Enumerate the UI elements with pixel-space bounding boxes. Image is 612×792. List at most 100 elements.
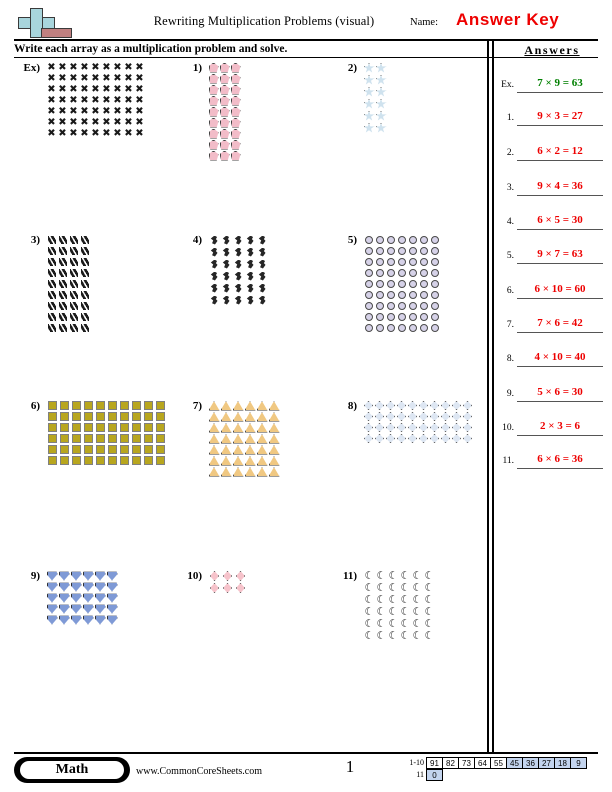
array-item-circle-icon [396, 322, 407, 333]
gem-icon [94, 593, 106, 603]
x-mark-icon: ✖ [135, 72, 144, 84]
square-icon [47, 434, 57, 443]
triangle-icon [268, 445, 280, 455]
array-item-diamond-blue-icon [385, 411, 396, 422]
footer-divider [14, 752, 598, 754]
flower-icon [219, 84, 230, 95]
circle-icon [375, 268, 384, 277]
array-item-gem-icon [106, 603, 118, 614]
array-item-circle-icon [385, 289, 396, 300]
circle-icon [408, 279, 417, 288]
array-item-gem-icon [94, 614, 106, 625]
circle-icon [375, 290, 384, 299]
diamond-blue-icon [441, 401, 450, 410]
array-item-slash-icon [46, 289, 57, 300]
array-item-triangle-icon [220, 455, 232, 466]
array-item-circle-icon [374, 289, 385, 300]
array-item-flower-icon [208, 117, 219, 128]
array-item-square-icon [130, 444, 142, 455]
blob-icon [258, 271, 266, 281]
gem-icon [70, 593, 82, 603]
array-item-moon-icon: ☾ [363, 630, 375, 642]
array-item-triangle-icon [232, 466, 244, 477]
array-row [208, 117, 241, 128]
array-item-triangle-icon [244, 422, 256, 433]
triangle-icon [232, 445, 244, 455]
array-item-circle-icon [363, 289, 374, 300]
array-item-gem-icon [106, 592, 118, 603]
array-row [363, 422, 473, 433]
answer-writing-line [517, 92, 603, 93]
array-item-slash-icon [46, 322, 57, 333]
score-row: 1-10 91 82 73 64 55 45 36 27 18 9 [400, 757, 587, 769]
array-item-square-icon [82, 422, 94, 433]
gem-icon [46, 593, 58, 603]
array-item-circle-icon [385, 311, 396, 322]
diamond-blue-icon [430, 401, 439, 410]
array-item-blob-icon [256, 246, 268, 258]
answers-divider-left [487, 39, 489, 753]
square-icon [119, 456, 129, 465]
gem-icon [82, 615, 94, 625]
answer-key-stamp: Answer Key [456, 10, 560, 29]
circle-icon [419, 279, 428, 288]
circle-icon [375, 312, 384, 321]
array-row [46, 455, 166, 466]
diamond-blue-icon [397, 434, 406, 443]
array-item-triangle-icon [220, 422, 232, 433]
gem-icon [58, 582, 70, 592]
array-item-triangle-icon [268, 466, 280, 477]
array-item-blob-icon [232, 282, 244, 294]
square-icon [83, 456, 93, 465]
array-item-flower-icon [208, 84, 219, 95]
array-row: ✖ ✖ ✖ ✖ ✖ ✖ ✖ ✖ ✖ [46, 62, 145, 73]
x-mark-icon: ✖ [91, 94, 100, 106]
array-item-square-icon [58, 444, 70, 455]
array-item-triangle-icon [232, 411, 244, 422]
array-item-triangle-icon [256, 411, 268, 422]
array-item-gem-icon [58, 603, 70, 614]
array-item-x-mark-icon: ✖ [134, 106, 145, 117]
score-cell: 0 [426, 769, 443, 781]
answer-writing-line [517, 468, 603, 469]
array-item-x-mark-icon: ✖ [112, 73, 123, 84]
moon-icon: ☾ [412, 581, 423, 594]
array-item-slash-icon [79, 267, 90, 278]
moon-icon: ☾ [424, 605, 435, 618]
moon-icon: ☾ [412, 617, 423, 630]
x-mark-icon: ✖ [135, 94, 144, 106]
triangle-icon [208, 401, 220, 411]
array-item-flower-icon [230, 117, 241, 128]
array-item-star-icon [363, 86, 375, 98]
array-item-square-icon [70, 400, 82, 411]
array-item-blob-icon [208, 282, 220, 294]
array-grid [208, 400, 280, 477]
array-item-triangle-icon [232, 400, 244, 411]
array-item-star-icon [375, 86, 387, 98]
slash-icon [80, 312, 89, 321]
circle-icon [430, 312, 439, 321]
array-item-triangle-icon [208, 444, 220, 455]
x-mark-icon: ✖ [91, 105, 100, 117]
array-row [208, 62, 241, 73]
answer-writing-line [517, 125, 603, 126]
array-item-slash-icon [46, 311, 57, 322]
square-icon [71, 456, 81, 465]
flower-icon [208, 73, 219, 84]
array-item-circle-icon [396, 289, 407, 300]
array-item-diamond-blue-icon [396, 433, 407, 444]
array-item-circle-icon [385, 267, 396, 278]
x-mark-icon: ✖ [102, 116, 111, 128]
square-icon [59, 434, 69, 443]
array-item-square-icon [70, 411, 82, 422]
array-item-square-icon [82, 444, 94, 455]
circle-icon [397, 235, 406, 244]
moon-icon: ☾ [376, 569, 387, 582]
x-mark-icon: ✖ [91, 116, 100, 128]
diamond-blue-icon [408, 401, 417, 410]
array-row [363, 122, 387, 134]
x-mark-icon: ✖ [80, 116, 89, 128]
array-item-triangle-icon [208, 422, 220, 433]
triangle-icon [232, 434, 244, 444]
answer-value: 6 × 6 = 36 [537, 453, 583, 465]
